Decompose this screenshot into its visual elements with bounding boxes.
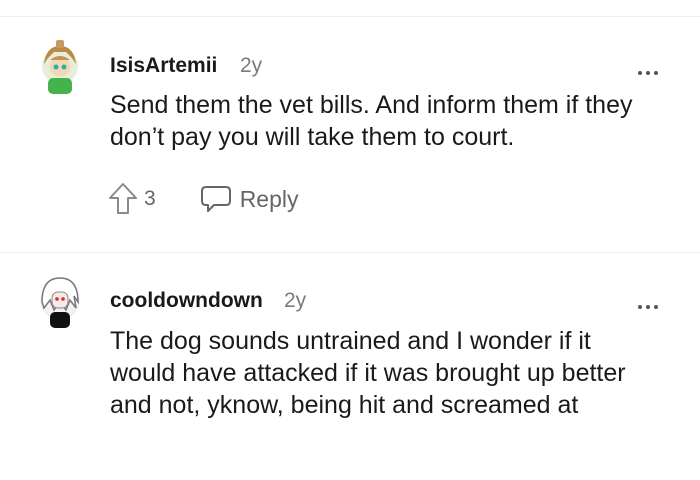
- comment-age: 2y: [240, 54, 263, 77]
- comment-body: The dog sounds untrained and I wonder if…: [110, 327, 626, 419]
- comment-body: Send them the vet bills. And inform them…: [110, 91, 633, 151]
- avatar-white-hair-icon[interactable]: [36, 272, 84, 332]
- comment-author[interactable]: IsisArtemii: [110, 54, 217, 78]
- comment-divider: [0, 252, 700, 253]
- reply-label: Reply: [239, 185, 299, 212]
- comment-author[interactable]: cooldowndown: [110, 289, 263, 313]
- vote-count: 3: [144, 187, 156, 210]
- upvote-arrow-icon: [109, 183, 137, 214]
- upvote-button[interactable]: 3: [108, 182, 156, 216]
- avatar-green-hair-icon[interactable]: [36, 38, 84, 98]
- reply-button[interactable]: Reply: [200, 183, 299, 215]
- comment-actions: 3 Reply: [108, 181, 299, 217]
- comment-age: 2y: [284, 289, 307, 312]
- speech-bubble-icon: [200, 186, 231, 212]
- top-divider: [0, 16, 700, 17]
- more-options-icon[interactable]: [638, 296, 664, 309]
- more-options-icon[interactable]: [638, 62, 664, 75]
